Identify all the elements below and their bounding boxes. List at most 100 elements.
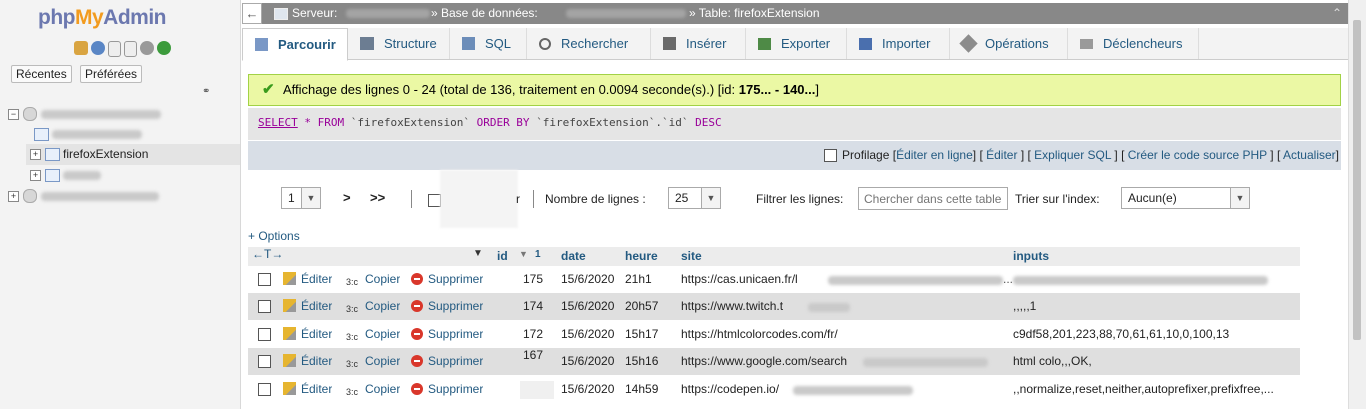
cell-inputs[interactable]: ,,,,,1 [1013,293,1036,320]
cell-date[interactable]: 15/6/2020 [561,321,614,348]
delete-row-button[interactable]: Supprimer [411,293,483,320]
collapse-icon[interactable]: − [8,108,19,120]
tab-search[interactable]: Rechercher [527,28,651,59]
redacted-site [793,386,913,395]
cell-heure[interactable]: 20h57 [625,293,658,320]
header-heure[interactable]: heure [625,249,658,263]
cell-id[interactable]: 167 [523,342,543,369]
edit-row-button[interactable]: Éditer [283,266,332,293]
profiling-checkbox[interactable] [824,149,838,163]
tree-new-table[interactable] [34,124,142,144]
favorites-button[interactable]: Préférées [80,65,143,83]
cell-date[interactable]: 15/6/2020 [561,348,614,375]
tab-insert[interactable]: Insérer [651,28,746,59]
breadcrumb-server[interactable]: Serveur: [292,3,337,24]
cell-id[interactable]: 175 [523,266,543,293]
edit-inline-link[interactable]: Éditer en ligne [896,148,973,162]
expand-icon[interactable]: + [30,169,41,181]
header-inputs[interactable]: inputs [1013,249,1049,263]
tree-database-1[interactable]: − [8,104,161,124]
tab-triggers[interactable]: Déclencheurs [1068,28,1199,59]
cell-date[interactable]: 15/6/2020 [561,293,614,320]
cell-site[interactable]: https://htmlcolorcodes.com/fr/ [681,321,838,348]
edit-link[interactable]: Éditer [986,148,1017,162]
cell-site[interactable]: https://cas.unicaen.fr/l [681,266,798,293]
tree-table-2[interactable]: + [30,165,101,185]
php-code-link[interactable]: Créer le code source PHP [1128,148,1267,162]
row-checkbox[interactable] [258,383,271,396]
docs-icon[interactable] [108,41,121,57]
tab-structure[interactable]: Structure [348,28,450,59]
collapse-up-icon[interactable]: ⌃ [1332,3,1342,24]
copy-row-button[interactable]: 3:c Copier [346,266,400,293]
cell-inputs[interactable]: html colo,,,OK, [1013,348,1092,375]
cell-site[interactable]: https://www.google.com/search [681,348,847,375]
cell-id[interactable]: 174 [523,293,543,320]
cell-inputs[interactable]: c9df58,201,223,88,70,61,61,10,0,100,13 [1013,321,1229,348]
refresh-link[interactable]: Actualiser [1283,148,1336,162]
cell-inputs[interactable]: ,,normalize,reset,neither,autoprefixer,p… [1013,376,1274,403]
column-header-menu-icon[interactable]: ▼ [473,248,483,259]
delete-row-button[interactable]: Supprimer [411,266,483,293]
header-date[interactable]: date [561,249,586,263]
cell-date[interactable]: 15/6/2020 [561,376,614,403]
cell-heure[interactable]: 15h16 [625,348,658,375]
tree-table-firefoxextension[interactable]: + firefoxExtension [30,144,148,164]
sql-doc-icon[interactable] [124,41,137,57]
explain-sql-link[interactable]: Expliquer SQL [1034,148,1111,162]
sort-index-select[interactable]: Aucun(e) ▼ [1121,187,1250,209]
row-checkbox[interactable] [258,355,271,368]
sql-keyword-select[interactable]: SELECT [258,116,298,129]
page-select[interactable]: 1 ▼ [281,187,321,209]
delete-row-button[interactable]: Supprimer [411,321,483,348]
copy-row-button[interactable]: 3:c Copier [346,293,400,320]
tree-database-2[interactable]: + [8,186,159,206]
cell-heure[interactable]: 21h1 [625,266,652,293]
tab-sql[interactable]: SQL [450,28,527,59]
copy-row-button[interactable]: 3:c Copier [346,321,400,348]
copy-row-button[interactable]: 3:c Copier [346,376,400,403]
gear-icon[interactable] [140,41,154,55]
filter-rows-input[interactable] [858,187,1008,210]
rows-count-select[interactable]: 25 ▼ [668,187,721,209]
phpmyadmin-logo[interactable]: phpMyAdmin [38,6,166,30]
edit-row-button[interactable]: Éditer [283,348,332,375]
row-checkbox[interactable] [258,300,271,313]
cell-site[interactable]: https://www.twitch.t [681,293,783,320]
options-toggle[interactable]: + Options [248,229,300,243]
edit-row-button[interactable]: Éditer [283,321,332,348]
last-page-button[interactable]: >> [370,190,385,205]
help-icon[interactable] [91,41,105,55]
breadcrumb-database[interactable]: » Base de données: [431,3,538,24]
cell-heure[interactable]: 14h59 [625,376,658,403]
tab-label: Déclencheurs [1103,36,1183,51]
header-site[interactable]: site [681,249,702,263]
home-icon[interactable] [74,41,88,55]
reload-icon[interactable] [157,41,171,55]
cell-heure[interactable]: 15h17 [625,321,658,348]
tab-export[interactable]: Exporter [746,28,847,59]
header-id[interactable]: id [497,249,508,263]
scrollbar-thumb[interactable] [1353,20,1361,340]
column-resize-arrows-icon[interactable]: ←T→ [252,247,283,261]
recent-button[interactable]: Récentes [11,65,72,83]
row-checkbox[interactable] [258,273,271,286]
tab-browse[interactable]: Parcourir [242,28,348,61]
breadcrumb-table[interactable]: » Table: firefoxExtension [689,3,820,24]
edit-row-button[interactable]: Éditer [283,293,332,320]
vertical-scrollbar[interactable] [1348,0,1366,409]
tab-operations[interactable]: Opérations [950,28,1068,59]
cell-site[interactable]: https://codepen.io/ [681,376,779,403]
tab-import[interactable]: Importer [847,28,950,59]
copy-row-button[interactable]: 3:c Copier [346,348,400,375]
edit-row-button[interactable]: Éditer [283,376,332,403]
delete-row-button[interactable]: Supprimer [411,348,483,375]
cell-date[interactable]: 15/6/2020 [561,266,614,293]
expand-icon[interactable]: + [8,190,19,202]
next-page-button[interactable]: > [343,190,351,205]
expand-icon[interactable]: + [30,148,41,160]
delete-row-button[interactable]: Supprimer [411,376,483,403]
link-with-main-icon[interactable]: ⚭ [202,86,210,97]
row-checkbox[interactable] [258,328,271,341]
back-arrow-icon[interactable]: ← [242,3,262,24]
